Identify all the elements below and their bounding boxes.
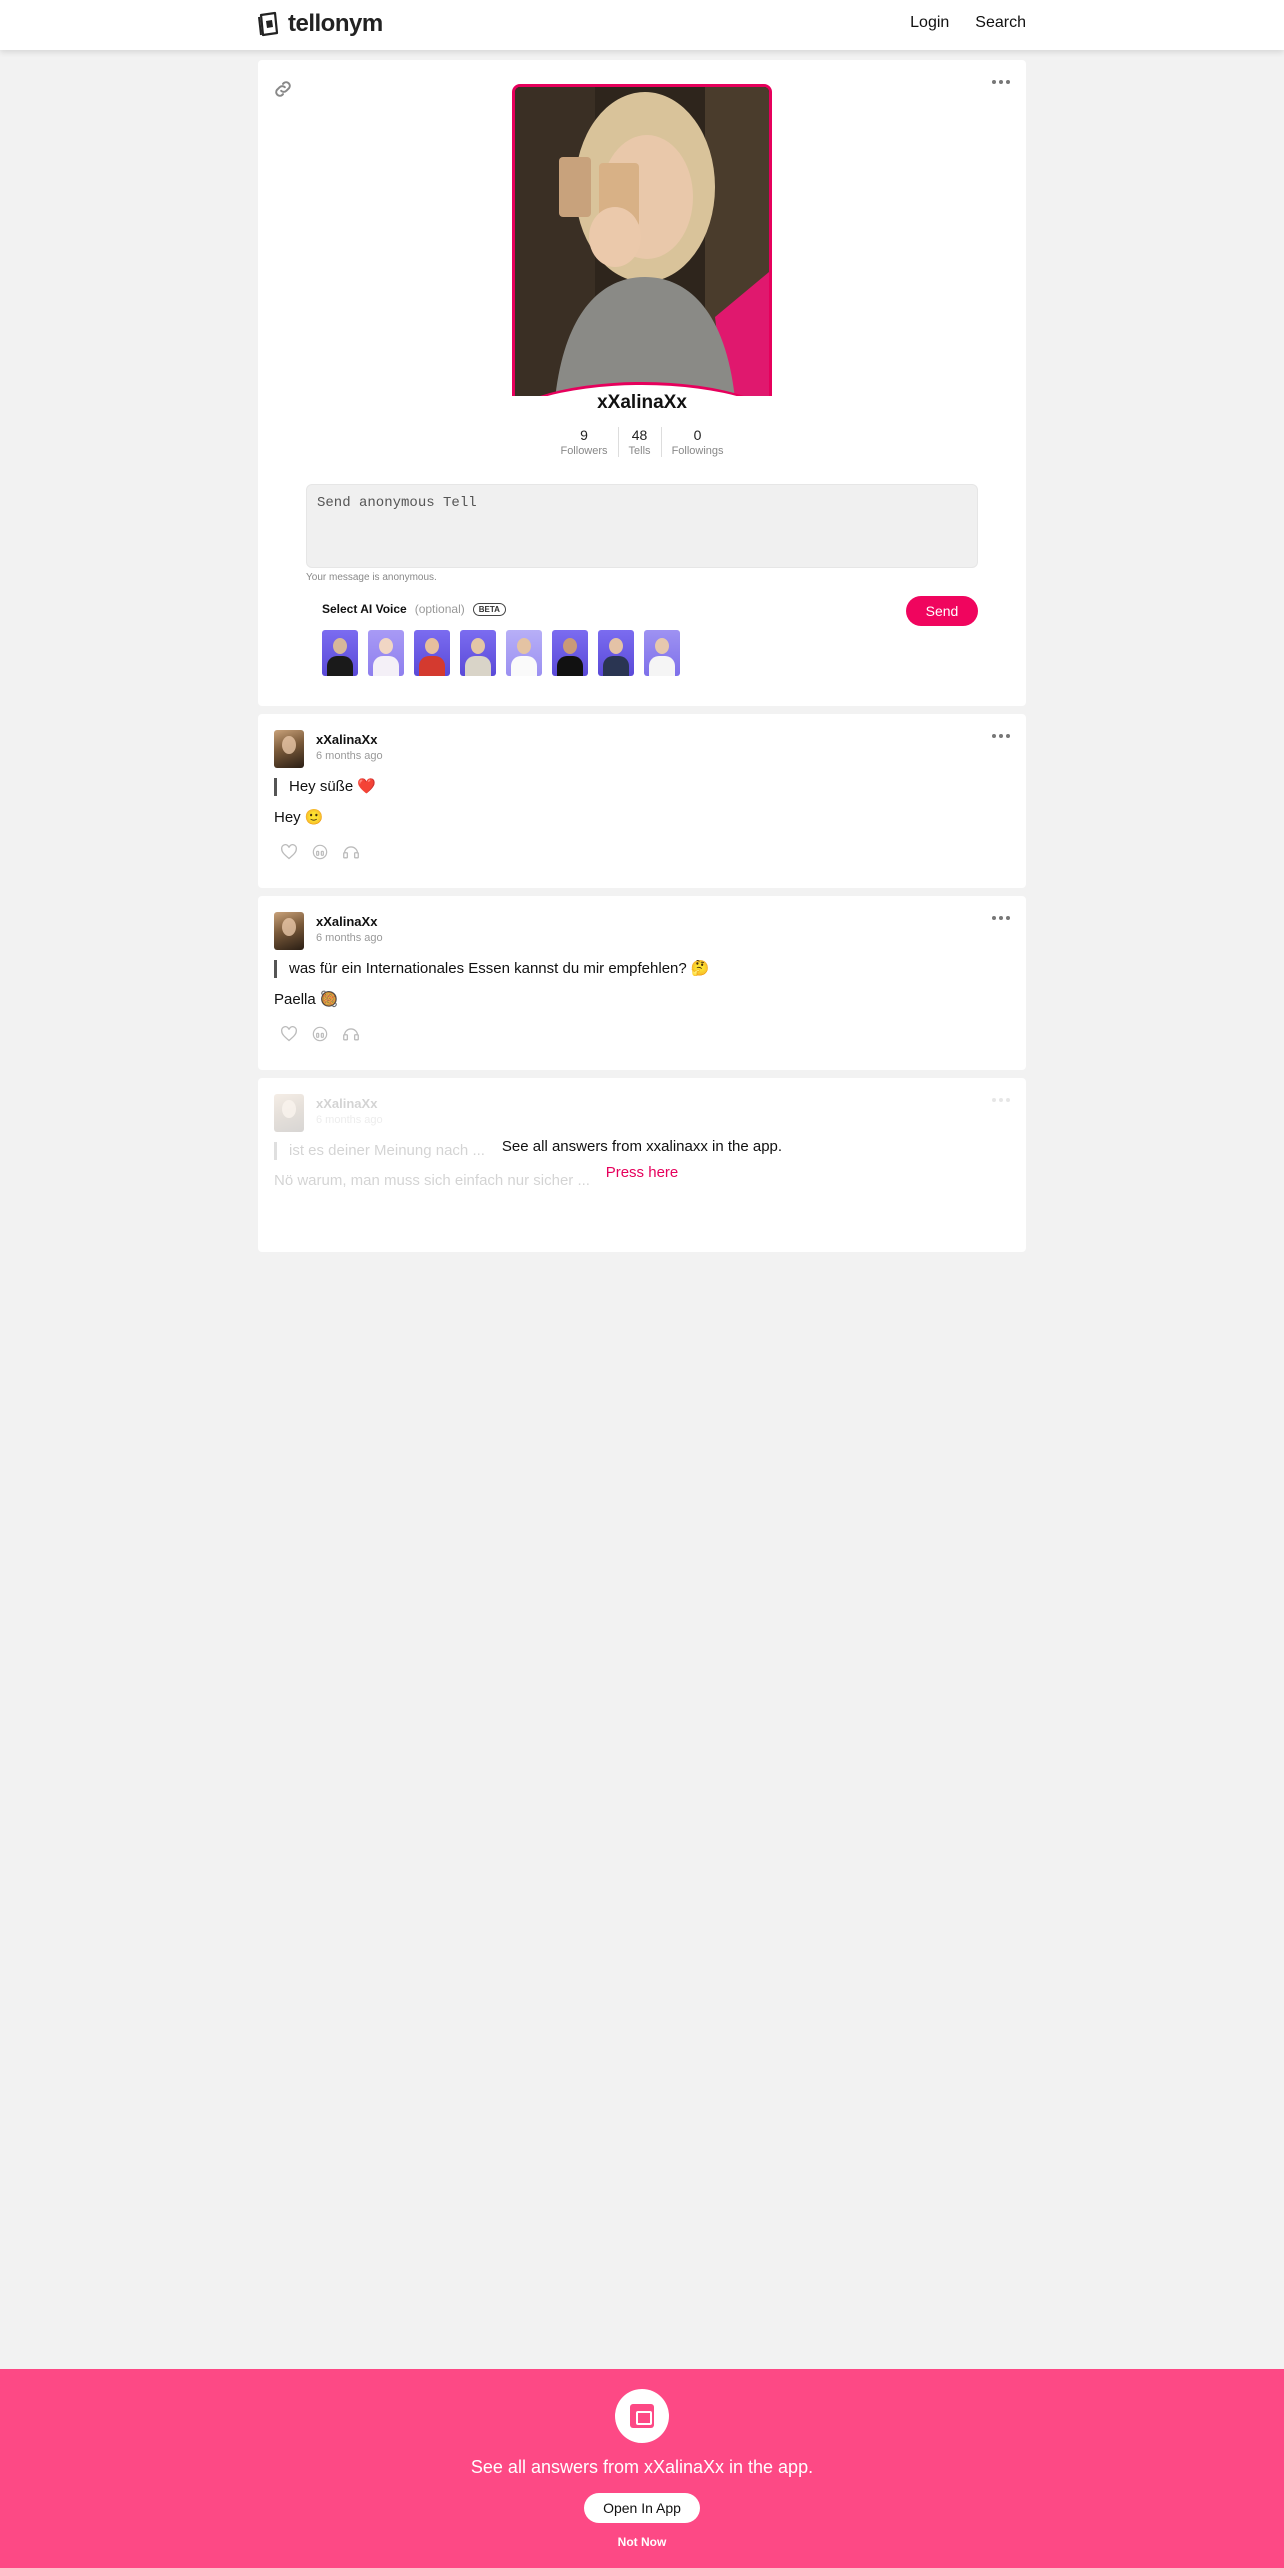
anonymous-note: Your message is anonymous. [306, 572, 437, 583]
ai-voice-header: Select AI Voice (optional) BETA [322, 602, 506, 616]
answer-text: Paella 🥘 [274, 991, 339, 1008]
answer-username[interactable]: xXalinaXx [316, 914, 377, 929]
more-options-icon[interactable] [992, 910, 1010, 926]
tell-input[interactable] [306, 484, 978, 568]
app-banner: See all answers from xXalinaXx in the ap… [0, 2369, 1284, 2568]
banner-message: See all answers from xXalinaXx in the ap… [470, 2457, 814, 2477]
ai-voice-option[interactable] [414, 630, 450, 676]
ai-voice-option[interactable] [460, 630, 496, 676]
answer-question: was für ein Internationales Essen kannst… [274, 960, 710, 978]
locked-answer-card: xXalinaXx 6 months ago ist es deiner Mei… [258, 1078, 1026, 1252]
link-icon[interactable] [272, 78, 294, 100]
answer-card: xXalinaXx 6 months ago Hey süße ❤️ Hey 🙂 [258, 714, 1026, 888]
profile-photo-image [515, 87, 769, 396]
more-options-icon[interactable] [992, 728, 1010, 744]
ai-voice-option[interactable] [644, 630, 680, 676]
answer-time: 6 months ago [316, 932, 383, 944]
answer-actions [280, 844, 360, 860]
like-heart-icon[interactable] [280, 1026, 298, 1042]
open-in-app-button[interactable]: Open In App [584, 2493, 700, 2523]
more-options-icon[interactable] [992, 74, 1010, 90]
answer-username[interactable]: xXalinaXx [316, 732, 377, 747]
stat-label: Tells [628, 445, 651, 457]
brand-name: tellonym [288, 10, 383, 37]
ai-voice-title: Select AI Voice [322, 602, 407, 616]
like-heart-icon[interactable] [280, 844, 298, 860]
profile-stats: 9 Followers 48 Tells 0 Followings [258, 427, 1026, 457]
stat-tells[interactable]: 48 Tells [619, 427, 662, 457]
stat-value: 0 [693, 427, 702, 443]
profile-username: xXalinaXx [597, 392, 687, 413]
avatar[interactable] [274, 912, 304, 950]
stat-value: 48 [631, 427, 648, 443]
tellonym-logo-icon [258, 11, 279, 37]
avatar[interactable] [274, 730, 304, 768]
locked-overlay: See all answers from xxalinaxx in the ap… [258, 1078, 1026, 1252]
answer-card: xXalinaXx 6 months ago was für ein Inter… [258, 896, 1026, 1070]
beta-badge: BETA [472, 602, 506, 616]
ai-voice-option[interactable] [322, 630, 358, 676]
ai-voice-optional: (optional) [414, 602, 465, 616]
search-link[interactable]: Search [975, 14, 1026, 32]
tellonym-logo[interactable]: tellonym [258, 10, 383, 38]
tellonym-app-icon [615, 2389, 669, 2443]
not-now-link[interactable]: Not Now [0, 2535, 1284, 2549]
ai-voice-option[interactable] [598, 630, 634, 676]
stat-followings[interactable]: 0 Followings [662, 427, 734, 457]
answer-actions [280, 1026, 360, 1042]
listen-headphones-icon[interactable] [312, 1026, 328, 1042]
ai-voice-reply-icon[interactable] [342, 844, 360, 860]
ai-voice-option[interactable] [506, 630, 542, 676]
top-nav: Login Search [910, 14, 1026, 32]
ai-voice-reply-icon[interactable] [342, 1026, 360, 1042]
profile-photo [512, 84, 772, 396]
ai-voice-list [322, 630, 680, 676]
ai-voice-option[interactable] [368, 630, 404, 676]
top-bar: tellonym Login Search [0, 0, 1284, 50]
ai-voice-option[interactable] [552, 630, 588, 676]
profile-card: xXalinaXx 9 Followers 48 Tells 0 Followi… [258, 60, 1026, 706]
answer-time: 6 months ago [316, 750, 383, 762]
stat-followers[interactable]: 9 Followers [550, 427, 619, 457]
press-here-link[interactable]: Press here [258, 1164, 1026, 1181]
locked-message: See all answers from xxalinaxx in the ap… [501, 1138, 783, 1155]
answer-text: Hey 🙂 [274, 809, 324, 826]
answer-question: Hey süße ❤️ [274, 778, 376, 796]
stat-label: Followers [560, 445, 608, 457]
listen-headphones-icon[interactable] [312, 844, 328, 860]
stat-label: Followings [671, 445, 724, 457]
send-button[interactable]: Send [906, 596, 978, 626]
login-link[interactable]: Login [910, 14, 949, 32]
stat-value: 9 [580, 427, 588, 443]
